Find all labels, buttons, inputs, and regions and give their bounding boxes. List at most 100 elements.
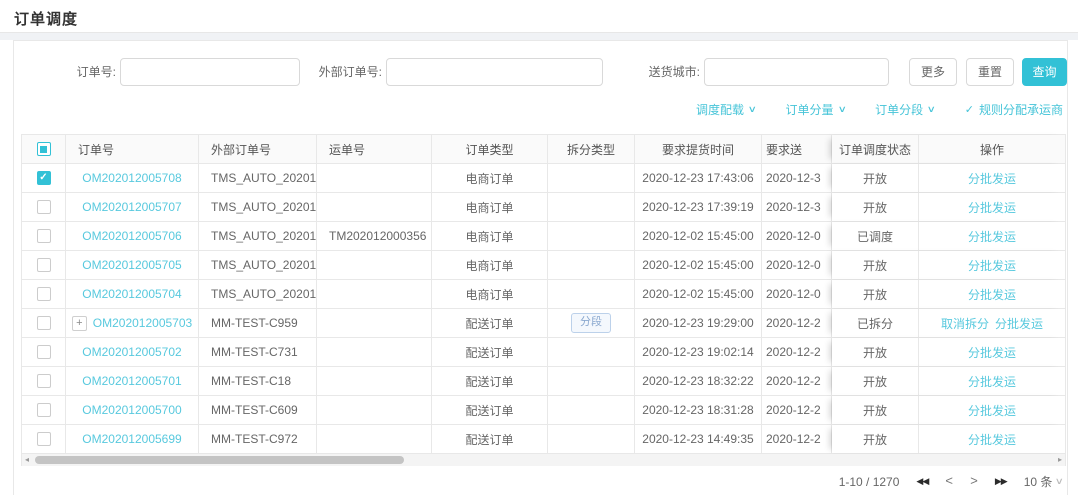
order-no-cell: OM202012005699 — [66, 425, 199, 453]
pagination: 1-10 / 1270 ◀◀ < > ▶▶ 10 条 ∨ — [839, 473, 1063, 490]
order-number-link[interactable]: OM202012005702 — [82, 345, 181, 359]
batch-ship-link[interactable]: 分批发运 — [968, 257, 1016, 274]
row-select-cell: ✓ — [22, 164, 66, 192]
batch-ship-link[interactable]: 分批发运 — [968, 344, 1016, 361]
more-button[interactable]: 更多 — [909, 58, 957, 86]
row-checkbox[interactable] — [37, 432, 51, 446]
waybill-no-cell — [317, 396, 432, 424]
chevron-down-icon: ∨ — [837, 104, 846, 115]
delivery-time-cell: 2020-12-2 — [762, 425, 832, 453]
operations-cell: 分批发运 — [919, 164, 1065, 192]
header-row: 订单号外部订单号运单号订单类型拆分类型要求提货时间要求送订单调度状态操作 — [22, 135, 1065, 164]
batch-ship-link[interactable]: 分批发运 — [968, 199, 1016, 216]
row-checkbox[interactable] — [37, 258, 51, 272]
operations-cell: 分批发运 — [919, 367, 1065, 395]
column-header: 订单调度状态 — [832, 135, 919, 163]
column-header: 要求送 — [762, 135, 832, 163]
batch-ship-link[interactable]: 分批发运 — [968, 170, 1016, 187]
dispatch-status-cell: 开放 — [832, 367, 919, 395]
order-number-link[interactable]: OM202012005700 — [82, 403, 181, 417]
external-order-no-cell: MM-TEST-C972 — [199, 425, 317, 453]
row-checkbox[interactable] — [37, 287, 51, 301]
table-row: +OM202012005703MM-TEST-C959配送订单分段2020-12… — [22, 309, 1065, 338]
waybill-no-cell — [317, 164, 432, 192]
order-number-link[interactable]: OM202012005705 — [82, 258, 181, 272]
batch-ship-link[interactable]: 分批发运 — [968, 228, 1016, 245]
page-size-select[interactable]: 10 条 ∨ — [1024, 473, 1063, 490]
delivery-time-cell: 2020-12-0 — [762, 280, 832, 308]
delivery-city-input[interactable] — [704, 58, 889, 86]
row-checkbox[interactable] — [37, 316, 51, 330]
operations-cell: 分批发运 — [919, 222, 1065, 250]
batch-ship-link[interactable]: 分批发运 — [995, 315, 1043, 332]
pickup-time-cell: 2020-12-23 18:32:22 — [635, 367, 762, 395]
external-order-no-input[interactable] — [386, 58, 603, 86]
cancel-split-link[interactable]: 取消拆分 — [941, 315, 989, 332]
batch-ship-link[interactable]: 分批发运 — [968, 286, 1016, 303]
chevron-down-icon: ∨ — [927, 104, 936, 115]
search-button[interactable]: 查询 — [1022, 58, 1067, 86]
row-checkbox[interactable]: ✓ — [37, 171, 51, 185]
row-checkbox[interactable] — [37, 403, 51, 417]
scroll-right-icon[interactable]: ▸ — [1058, 454, 1062, 466]
pickup-time-cell: 2020-12-23 17:39:19 — [635, 193, 762, 221]
batch-ship-link[interactable]: 分批发运 — [968, 402, 1016, 419]
batch-ship-link[interactable]: 分批发运 — [968, 431, 1016, 448]
order-split-segment-dropdown[interactable]: 订单分段∨ — [875, 101, 935, 118]
pickup-time-cell: 2020-12-02 15:45:00 — [635, 251, 762, 279]
order-type-cell: 电商订单 — [432, 193, 548, 221]
delivery-city-label: 送货城市: — [632, 58, 700, 86]
table-row: OM202012005699MM-TEST-C972配送订单2020-12-23… — [22, 425, 1065, 454]
pickup-time-cell: 2020-12-23 19:29:00 — [635, 309, 762, 337]
table-row: OM202012005706TMS_AUTO_20201...TM2020120… — [22, 222, 1065, 251]
row-checkbox[interactable] — [37, 229, 51, 243]
next-page-button[interactable]: > — [970, 474, 978, 489]
row-checkbox[interactable] — [37, 345, 51, 359]
row-checkbox[interactable] — [37, 200, 51, 214]
row-checkbox[interactable] — [37, 374, 51, 388]
row-select-cell — [22, 193, 66, 221]
order-no-cell: + OM202012005703 — [66, 309, 199, 337]
row-select-cell — [22, 222, 66, 250]
split-type-cell — [548, 222, 635, 250]
table-row: OM202012005705TMS_AUTO_20201...电商订单2020-… — [22, 251, 1065, 280]
fixed-columns: 开放分批发运 — [832, 164, 1065, 192]
order-no-cell: OM202012005705 — [66, 251, 199, 279]
expand-row-button[interactable]: + — [72, 316, 87, 331]
split-type-cell — [548, 193, 635, 221]
scrollbar-thumb[interactable] — [35, 456, 404, 464]
order-number-link[interactable]: OM202012005704 — [82, 287, 181, 301]
operations-cell: 分批发运 — [919, 425, 1065, 453]
dispatch-status-cell: 开放 — [832, 396, 919, 424]
order-no-input[interactable] — [120, 58, 300, 86]
header-divider — [0, 32, 1078, 40]
order-number-link[interactable]: OM202012005706 — [82, 229, 181, 243]
row-select-cell — [22, 309, 66, 337]
external-order-no-cell: MM-TEST-C609 — [199, 396, 317, 424]
horizontal-scrollbar[interactable]: ◂ ▸ — [22, 454, 1065, 466]
rule-assign-carrier-check[interactable]: ✓规则分配承运商 — [965, 101, 1063, 118]
row-select-cell — [22, 396, 66, 424]
reset-button[interactable]: 重置 — [966, 58, 1014, 86]
waybill-no-cell — [317, 309, 432, 337]
order-split-quantity-dropdown[interactable]: 订单分量∨ — [786, 101, 846, 118]
prev-page-button[interactable]: < — [945, 474, 953, 489]
order-number-link[interactable]: OM202012005699 — [82, 432, 181, 446]
split-type-cell — [548, 280, 635, 308]
order-number-link[interactable]: OM202012005707 — [82, 200, 181, 214]
scroll-left-icon[interactable]: ◂ — [25, 454, 29, 466]
action-link-label: 规则分配承运商 — [979, 101, 1063, 118]
order-number-link[interactable]: OM202012005701 — [82, 374, 181, 388]
order-number-link[interactable]: OM202012005708 — [82, 171, 181, 185]
order-number-link[interactable]: OM202012005703 — [93, 316, 192, 330]
delivery-time-cell: 2020-12-0 — [762, 251, 832, 279]
first-page-button[interactable]: ◀◀ — [916, 476, 928, 487]
dispatch-status-cell: 开放 — [832, 193, 919, 221]
last-page-button[interactable]: ▶▶ — [995, 476, 1007, 487]
batch-ship-link[interactable]: 分批发运 — [968, 373, 1016, 390]
external-order-no-cell: MM-TEST-C959 — [199, 309, 317, 337]
dispatch-status-cell: 已拆分 — [832, 309, 919, 337]
external-order-no-cell: TMS_AUTO_20201... — [199, 164, 317, 192]
select-all-checkbox[interactable] — [37, 142, 51, 156]
dispatch-stowage-dropdown[interactable]: 调度配载∨ — [696, 101, 756, 118]
